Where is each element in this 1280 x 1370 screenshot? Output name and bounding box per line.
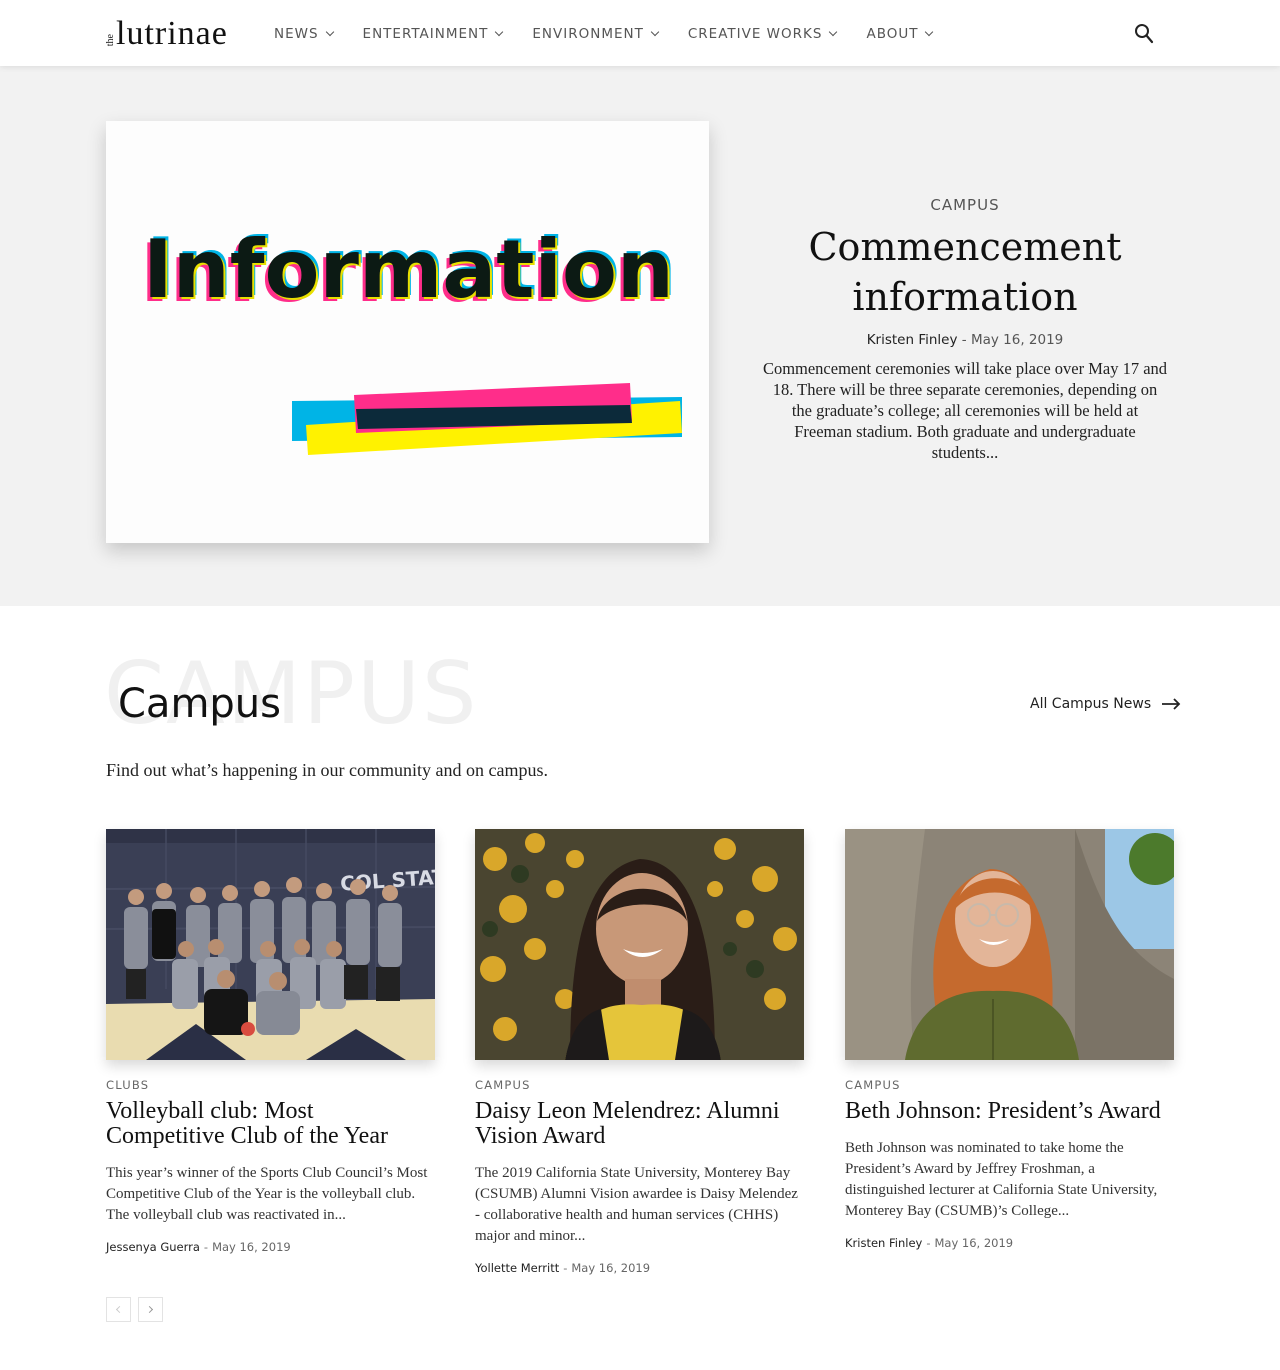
chevron-down-icon	[650, 27, 660, 37]
nav-item-label: ENVIRONMENT	[532, 26, 644, 42]
chevron-left-icon	[115, 1305, 124, 1314]
card-category[interactable]: CAMPUS	[845, 1078, 1174, 1092]
all-campus-news-link[interactable]: All Campus News	[1030, 696, 1181, 712]
chevron-down-icon	[495, 27, 504, 37]
chevron-down-icon	[925, 27, 934, 37]
nav-item-label: ENTERTAINMENT	[362, 26, 489, 42]
card-category[interactable]: CAMPUS	[475, 1078, 804, 1092]
card-meta: Yollette Merritt - May 16, 2019	[475, 1261, 651, 1275]
nav-item-about[interactable]: ABOUT	[866, 24, 934, 44]
logo-wordmark: lutrinae	[116, 15, 228, 52]
article-card: COL STAT	[106, 829, 435, 1254]
arrow-right-icon	[1162, 698, 1181, 710]
hero-excerpt: Commencement ceremonies will take place …	[762, 359, 1168, 462]
card-title[interactable]: Daisy Leon Melendrez: Alumni Vision Awar…	[475, 1099, 804, 1149]
card-date: May 16, 2019	[934, 1236, 1014, 1250]
site-header: the lutrinae NEWS ENTERTAINMENT ENVIRONM…	[0, 0, 1280, 66]
card-excerpt: This year’s winner of the Sports Club Co…	[106, 1165, 428, 1223]
hero-title[interactable]: Commencement information	[762, 222, 1168, 322]
card-title[interactable]: Beth Johnson: President’s Award	[845, 1099, 1174, 1124]
hero-image[interactable]: Information Information Information Info…	[106, 121, 709, 543]
article-card: CAMPUS Daisy Leon Melendrez: Alumni Visi…	[475, 829, 804, 1275]
article-card: CAMPUS Beth Johnson: President’s Award B…	[845, 829, 1174, 1250]
nav-item-label: NEWS	[274, 26, 319, 42]
section-title: Campus	[118, 681, 281, 727]
logo-prefix: the	[105, 33, 116, 46]
hero-text-block: CAMPUS Commencement information Kristen …	[762, 196, 1168, 463]
chevron-down-icon	[829, 27, 838, 37]
card-date: May 16, 2019	[212, 1240, 291, 1254]
site-logo[interactable]: the lutrinae	[105, 12, 228, 52]
hero-author[interactable]: Kristen Finley	[867, 332, 958, 348]
next-page-button[interactable]	[138, 1297, 163, 1322]
main-nav: NEWS ENTERTAINMENT ENVIRONMENT CREATIVE …	[274, 24, 962, 44]
featured-hero: Information Information Information Info…	[0, 66, 1280, 606]
hero-image-word: Information	[143, 223, 674, 316]
card-image-portrait-beth[interactable]	[845, 829, 1174, 1060]
chevron-down-icon	[325, 27, 334, 37]
nav-item-news[interactable]: NEWS	[274, 24, 334, 44]
search-icon[interactable]	[1134, 23, 1154, 45]
nav-item-label: CREATIVE WORKS	[687, 26, 823, 42]
card-meta: Kristen Finley - May 16, 2019	[845, 1236, 1014, 1250]
hero-category[interactable]: CAMPUS	[762, 196, 1168, 214]
card-author[interactable]: Kristen Finley	[845, 1236, 922, 1250]
nav-item-entertainment[interactable]: ENTERTAINMENT	[362, 24, 504, 44]
all-campus-news-label: All Campus News	[1030, 696, 1152, 712]
card-image-portrait-daisy[interactable]	[475, 829, 804, 1060]
card-excerpt: Beth Johnson was nominated to take home …	[845, 1140, 1158, 1219]
hero-date: May 16, 2019	[970, 332, 1064, 348]
card-date: May 16, 2019	[571, 1261, 651, 1275]
card-meta: Jessenya Guerra - May 16, 2019	[106, 1240, 291, 1254]
hero-meta: Kristen Finley - May 16, 2019	[866, 332, 1064, 348]
nav-item-environment[interactable]: ENVIRONMENT	[532, 24, 660, 44]
chevron-right-icon	[145, 1305, 154, 1314]
nav-item-label: ABOUT	[866, 26, 919, 42]
section-subtitle: Find out what’s happening in our communi…	[106, 760, 548, 780]
card-author[interactable]: Jessenya Guerra	[106, 1240, 200, 1254]
card-excerpt: The 2019 California State University, Mo…	[475, 1165, 798, 1244]
nav-item-creative-works[interactable]: CREATIVE WORKS	[687, 24, 838, 44]
card-title[interactable]: Volleyball club: Most Competitive Club o…	[106, 1099, 435, 1149]
prev-page-button[interactable]	[106, 1297, 131, 1322]
card-image-volleyball-team[interactable]: COL STAT	[106, 829, 435, 1060]
card-category[interactable]: CLUBS	[106, 1078, 435, 1092]
card-author[interactable]: Yollette Merritt	[475, 1261, 559, 1275]
